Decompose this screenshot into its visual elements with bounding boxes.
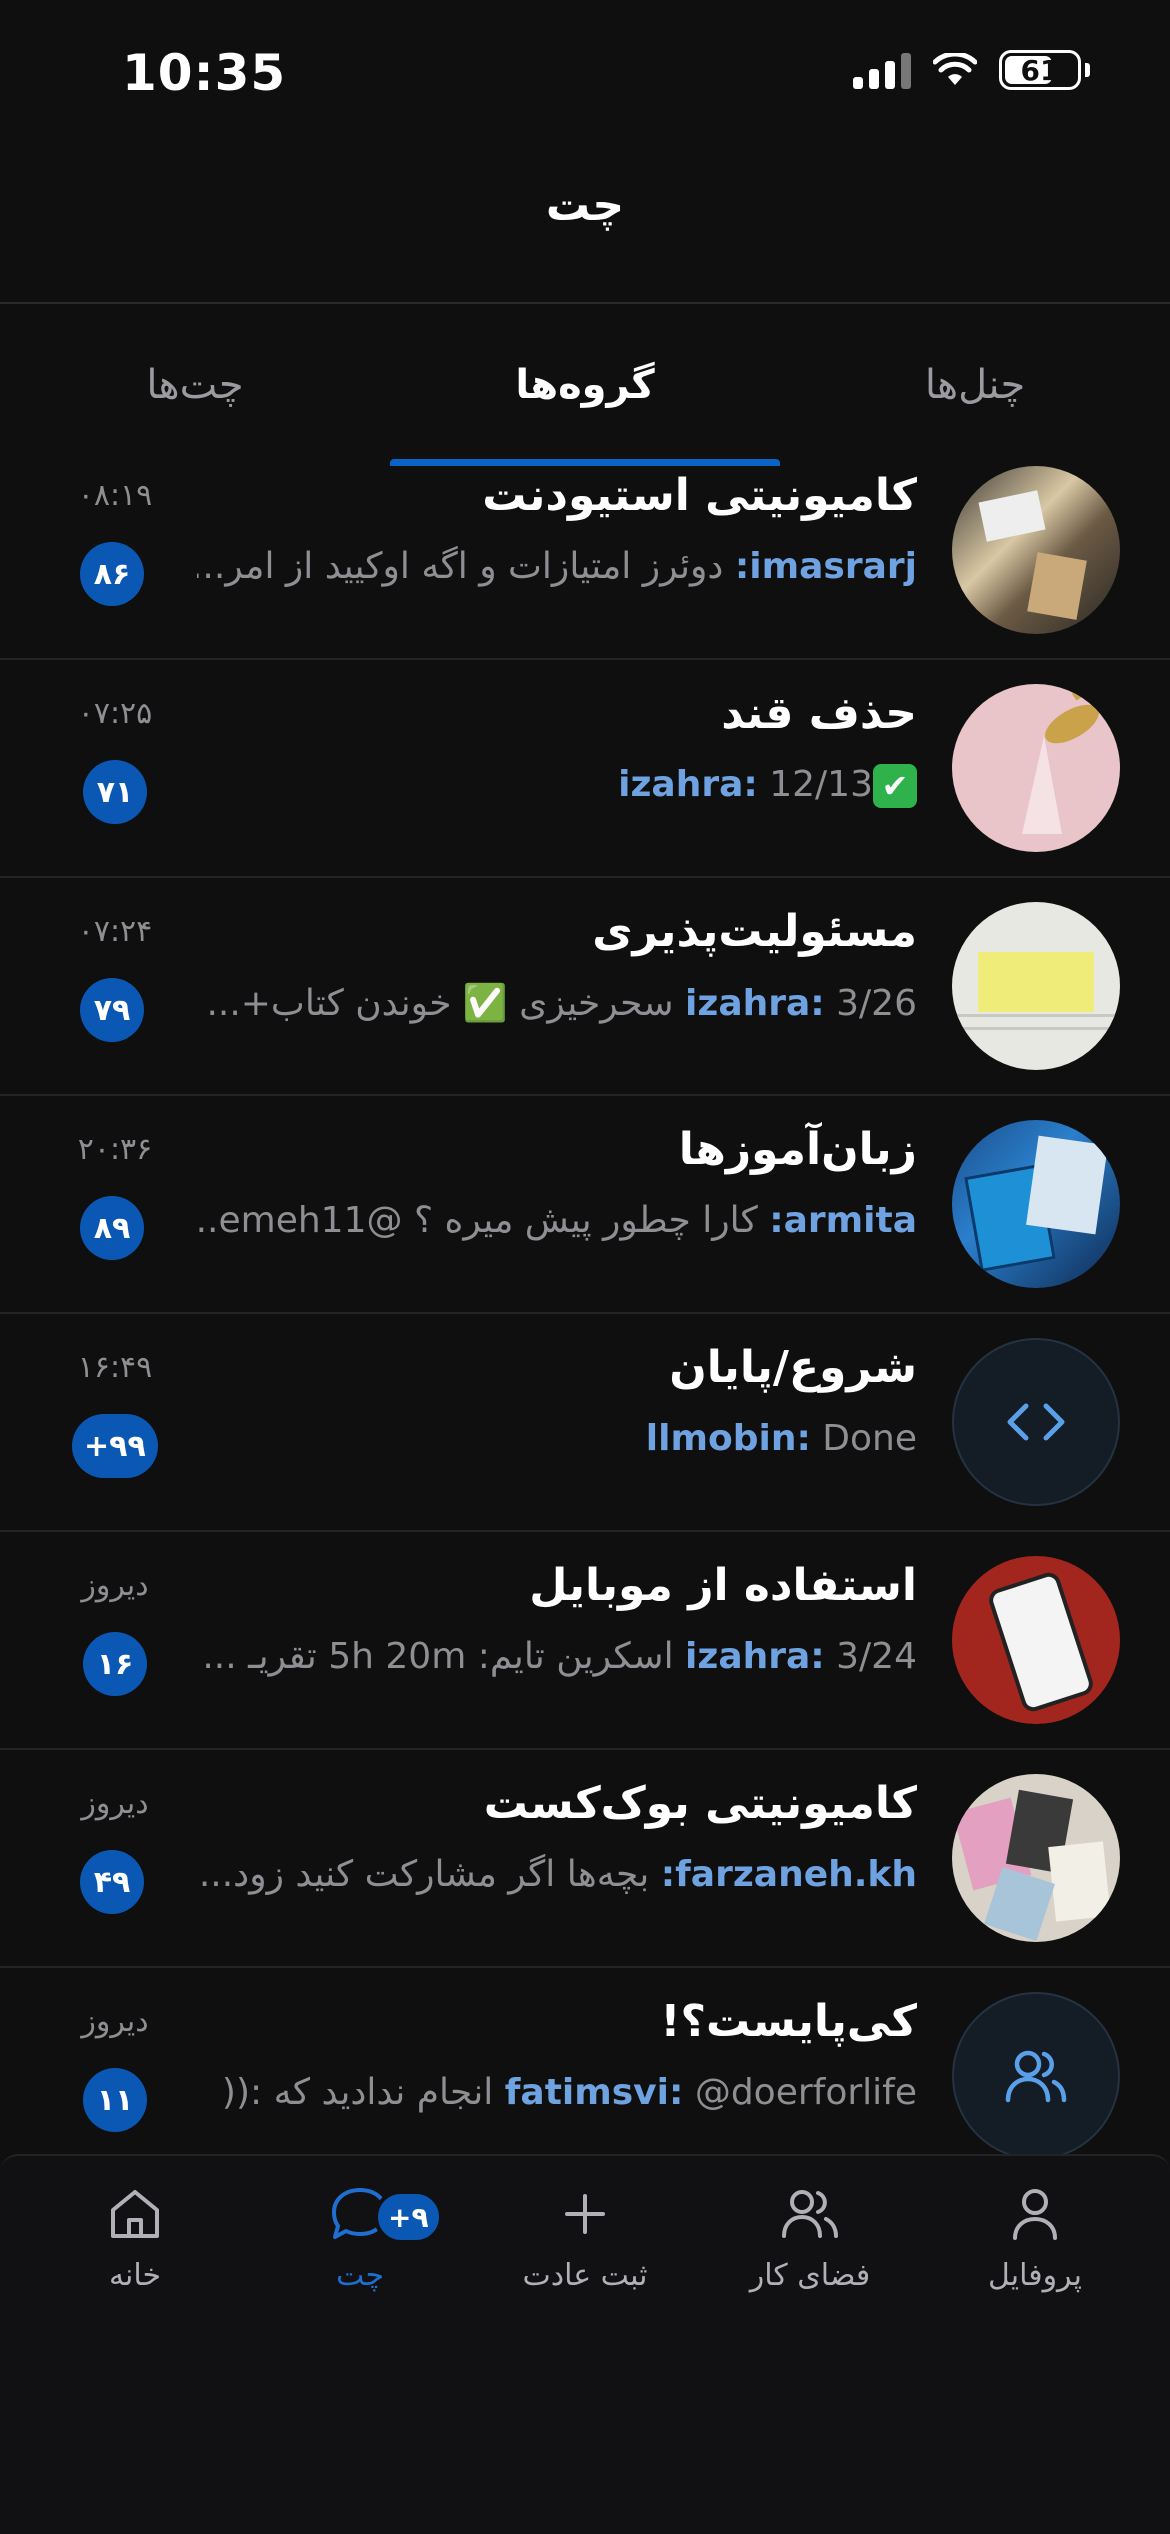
home-icon — [111, 2190, 159, 2238]
chat-time: ۲۰:۳۶ — [77, 1132, 153, 1167]
chat-title: استفاده از موبایل — [529, 1560, 917, 1611]
group-avatar — [952, 684, 1120, 852]
tab-groups[interactable]: گروه‌ها — [390, 304, 780, 466]
status-time: 10:35 — [122, 44, 287, 102]
tab-add-habit[interactable]: ثبت عادت — [485, 2184, 685, 2293]
chat-title: کی‌پایست؟! — [660, 1996, 917, 2047]
group-avatar — [952, 1338, 1120, 1506]
group-avatar — [952, 1120, 1120, 1288]
chat-time: دیروز — [81, 1786, 149, 1821]
tab-home-label: خانه — [108, 2258, 162, 2293]
tab-channels[interactable]: چنل‌ها — [780, 304, 1170, 466]
status-icons: 61 — [853, 50, 1090, 90]
active-tab-indicator — [390, 459, 780, 466]
chat-title: مسئولیت‌پذیری — [592, 906, 917, 957]
users-icon — [1005, 2050, 1067, 2103]
unread-badge: ۱۶ — [83, 1632, 147, 1696]
group-list: کامیونیتی استیودنت imasrarj: دوئرز امتیا… — [0, 466, 1170, 2154]
list-item[interactable]: حذف قند ✔izahra: 12/13 ۰۷:۲۵ ۷۱ — [0, 660, 1170, 878]
group-avatar — [952, 1774, 1120, 1942]
unread-badge: ۴۹ — [80, 1850, 144, 1914]
unread-badge: ۷۱ — [83, 760, 147, 824]
chat-time: دیروز — [81, 2004, 149, 2039]
group-avatar — [952, 902, 1120, 1070]
list-item[interactable]: کامیونیتی بوک‌کست farzaneh.kh: بچه‌ها اگ… — [0, 1750, 1170, 1968]
chat-preview: imasrarj: دوئرز امتیازات و اگه اوکیید از… — [197, 546, 917, 587]
list-item[interactable]: کامیونیتی استیودنت imasrarj: دوئرز امتیا… — [0, 466, 1170, 660]
group-avatar — [952, 466, 1120, 634]
check-icon: ✔ — [873, 764, 917, 808]
chat-preview: ✔izahra: 12/13 — [618, 764, 917, 808]
battery-icon: 61 — [999, 50, 1081, 90]
list-item[interactable]: مسئولیت‌پذیری izahra: 3/26 سحرخیزی ✅ خون… — [0, 878, 1170, 1096]
list-item[interactable]: شروع/پایان llmobin: Done ۱۶:۴۹ +۹۹ — [0, 1314, 1170, 1532]
chat-time: ۱۶:۴۹ — [77, 1350, 153, 1385]
chat-preview: izahra: 3/26 سحرخیزی ✅ خوندن کتاب+... — [206, 983, 917, 1024]
tab-workspace[interactable]: فضای کار — [710, 2184, 910, 2293]
chat-preview: fatimsvi: @doerforlife انجام ندادید که :… — [221, 2072, 917, 2113]
tab-add-habit-label: ثبت عادت — [522, 2258, 648, 2293]
tab-profile[interactable]: پروفایل — [935, 2184, 1135, 2293]
chat-preview: armita: کارا چطور پیش میره ؟ @emeh11... — [197, 1200, 917, 1241]
group-avatar — [952, 1992, 1120, 2154]
plus-icon — [565, 2194, 605, 2234]
chat-title: کامیونیتی بوک‌کست — [483, 1778, 917, 1829]
list-item[interactable]: زبان‌آموزها armita: کارا چطور پیش میره ؟… — [0, 1096, 1170, 1314]
unread-badge: ۱۱ — [83, 2068, 147, 2132]
tab-chat-label: چت — [335, 2258, 384, 2293]
chat-title: حذف قند — [721, 688, 917, 739]
chat-preview: llmobin: Done — [645, 1418, 917, 1459]
chat-title: زبان‌آموزها — [678, 1124, 917, 1175]
unread-badge: +۹۹ — [72, 1414, 158, 1478]
wifi-icon — [933, 53, 977, 85]
chat-unread-badge: +۹ — [374, 2190, 443, 2244]
chat-time: ۰۷:۲۵ — [77, 696, 153, 731]
tab-chat[interactable]: +۹ چت — [260, 2184, 460, 2293]
chat-time: دیروز — [81, 1568, 149, 1603]
page-title: چت — [545, 180, 625, 231]
list-item[interactable]: کی‌پایست؟! fatimsvi: @doerforlife انجام … — [0, 1968, 1170, 2154]
bottom-tab-bar: خانه +۹ چت ثبت عادت فضای کار پروفایل — [0, 2154, 1170, 2534]
segmented-tabs: چنل‌ها گروه‌ها چت‌ها — [0, 304, 1170, 466]
list-item[interactable]: استفاده از موبایل izahra: 3/24 اسکرین تا… — [0, 1532, 1170, 1750]
chat-preview: farzaneh.kh: بچه‌ها اگر مشارکت کنید زود.… — [198, 1854, 917, 1895]
cellular-signal-icon — [853, 51, 911, 89]
chat-time: ۰۸:۱۹ — [77, 478, 153, 513]
unread-badge: ۸۶ — [80, 542, 144, 606]
battery-level: 61 — [1020, 53, 1060, 87]
unread-badge: ۷۹ — [80, 978, 144, 1042]
users-icon — [782, 2190, 838, 2238]
chat-preview: izahra: 3/24 اسکرین تایم: 5h 20m تقریـ .… — [202, 1636, 917, 1677]
chat-title: کامیونیتی استیودنت — [482, 470, 917, 521]
status-bar: 10:35 61 — [0, 0, 1170, 150]
chat-title: شروع/پایان — [669, 1342, 917, 1393]
tab-chats[interactable]: چت‌ها — [0, 304, 390, 466]
group-avatar — [952, 1556, 1120, 1724]
user-icon — [1013, 2189, 1057, 2240]
tab-profile-label: پروفایل — [988, 2258, 1082, 2293]
tab-workspace-label: فضای کار — [749, 2258, 871, 2293]
tab-home[interactable]: خانه — [35, 2184, 235, 2293]
unread-badge: ۸۹ — [80, 1196, 144, 1260]
chat-time: ۰۷:۲۴ — [77, 914, 153, 949]
code-icon — [1007, 1403, 1065, 1441]
